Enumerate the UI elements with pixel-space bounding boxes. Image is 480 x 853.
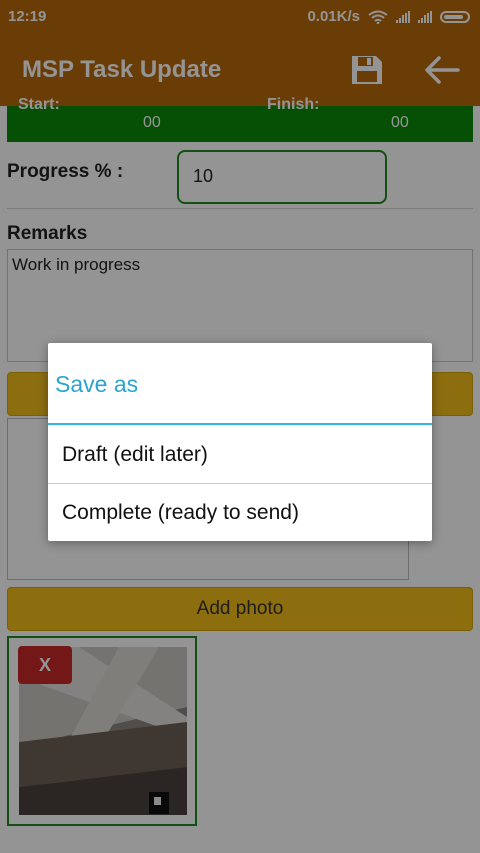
save-draft-option[interactable]: Draft (edit later): [48, 426, 432, 484]
dialog-title: Save as: [55, 371, 139, 397]
dialog-title-divider: [48, 423, 432, 425]
save-complete-option[interactable]: Complete (ready to send): [48, 484, 432, 542]
save-as-dialog: Save as Draft (edit later) Complete (rea…: [48, 343, 432, 541]
